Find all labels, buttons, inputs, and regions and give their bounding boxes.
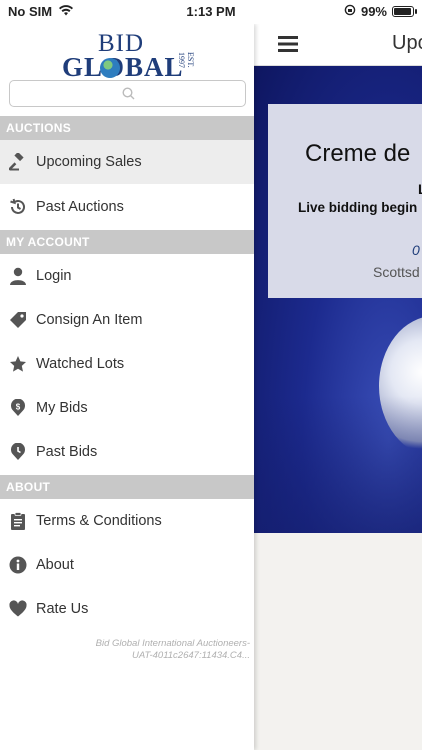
app-version-footer: Bid Global International Auctioneers- UA… — [0, 638, 250, 662]
hamburger-menu-icon[interactable] — [278, 36, 298, 57]
auction-card-date: 0 — [412, 242, 420, 258]
menu-item-past-bids[interactable]: Past Bids — [0, 430, 254, 474]
menu-item-consign[interactable]: Consign An Item — [0, 298, 254, 342]
search-icon — [122, 87, 135, 105]
menu-label-terms: Terms & Conditions — [36, 513, 162, 529]
svg-text:$: $ — [16, 403, 21, 412]
auction-card-subtitle: L — [418, 181, 422, 197]
section-about: ABOUT — [0, 475, 254, 499]
hero-gradient — [254, 396, 422, 533]
logo-text-global: GLOBAL — [62, 52, 184, 82]
menu-label-rate-us: Rate Us — [36, 601, 89, 617]
menu-label-consign: Consign An Item — [36, 312, 143, 328]
search-field[interactable] — [9, 80, 246, 107]
app-root: No SIM 1:13 PM 99% Upco Creme de — [0, 0, 422, 750]
menu-item-rate-us[interactable]: Rate Us — [0, 587, 254, 631]
main-content: Upco Creme de L Live bidding begin 0 Sco… — [254, 24, 422, 750]
battery-fill — [394, 8, 411, 15]
menu-label-past-bids: Past Bids — [36, 444, 98, 460]
menu-item-past-auctions[interactable]: Past Auctions — [0, 185, 254, 229]
user-icon — [0, 267, 36, 285]
page-title: Upco — [392, 32, 422, 54]
section-my-account: MY ACCOUNT — [0, 230, 254, 254]
menu-item-watched-lots[interactable]: Watched Lots — [0, 342, 254, 386]
clipboard-icon — [0, 512, 36, 530]
section-auctions: AUCTIONS — [0, 116, 254, 140]
heart-icon — [0, 600, 36, 618]
status-right: 99% — [344, 4, 417, 19]
clock-pin-icon — [0, 443, 36, 461]
battery-icon — [392, 6, 417, 17]
menu-label-upcoming-sales: Upcoming Sales — [36, 154, 142, 170]
menu-label-past-auctions: Past Auctions — [36, 199, 124, 215]
side-drawer: BID GLOBAL EST. 1997 AUCTIONS Upcoming S… — [0, 24, 254, 750]
menu-label-about: About — [36, 557, 74, 573]
menu-item-my-bids[interactable]: $ My Bids — [0, 386, 254, 430]
rotation-lock-icon — [344, 4, 356, 19]
gavel-icon — [0, 153, 36, 171]
auction-hero-image[interactable]: Creme de L Live bidding begin 0 Scottsd — [254, 66, 422, 533]
info-icon — [0, 556, 36, 574]
menu-label-my-bids: My Bids — [36, 400, 88, 416]
auction-card-bidding-text: Live bidding begin — [298, 200, 418, 215]
battery-percent: 99% — [360, 4, 387, 19]
menu-label-login: Login — [36, 268, 72, 284]
status-bar: No SIM 1:13 PM 99% — [0, 0, 422, 24]
logo-est: EST. 1997 — [177, 52, 195, 68]
menu-item-login[interactable]: Login — [0, 254, 254, 298]
main-header: Upco — [254, 24, 422, 66]
bid-global-logo: BID GLOBAL EST. 1997 — [62, 30, 202, 82]
menu-item-terms[interactable]: Terms & Conditions — [0, 499, 254, 543]
menu-item-upcoming-sales[interactable]: Upcoming Sales — [0, 140, 254, 184]
footer-line-2: UAT-4011c2647:11434.C4... — [132, 650, 250, 661]
footer-line-1: Bid Global International Auctioneers- — [95, 638, 250, 649]
menu-label-watched-lots: Watched Lots — [36, 356, 125, 372]
menu-item-about[interactable]: About — [0, 543, 254, 587]
auction-card-title: Creme de — [305, 140, 411, 167]
history-icon — [0, 198, 36, 216]
star-icon — [0, 355, 36, 373]
dollar-pin-icon: $ — [0, 399, 36, 417]
auction-card-location: Scottsd — [373, 264, 420, 280]
globe-icon — [100, 58, 120, 78]
tag-icon — [0, 311, 36, 329]
auction-card[interactable]: Creme de L Live bidding begin 0 Scottsd — [268, 104, 422, 298]
